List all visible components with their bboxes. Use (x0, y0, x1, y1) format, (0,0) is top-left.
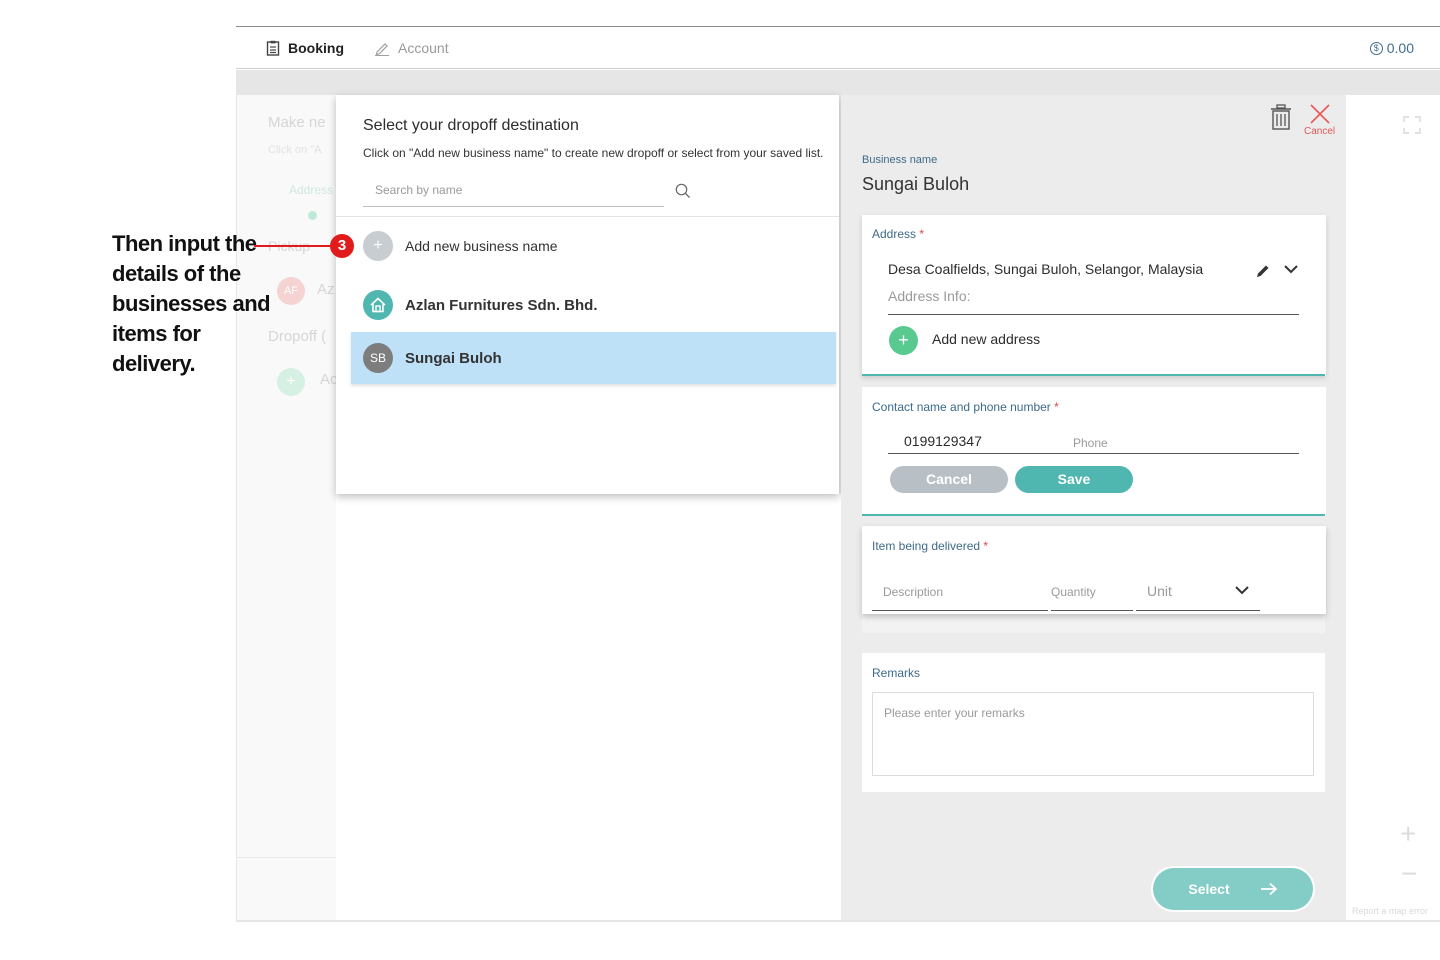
list-item-label: Azlan Furnitures Sdn. Bhd. (405, 296, 598, 314)
dollar-coin-icon: $ (1369, 41, 1383, 55)
bg-address-tab: Address (289, 183, 334, 197)
arrow-right-icon (1260, 882, 1277, 896)
address-value[interactable]: Desa Coalfields, Sungai Buloh, Selangor,… (888, 261, 1203, 277)
annotation-pointer (254, 245, 332, 247)
add-address-plus-icon[interactable]: + (889, 326, 918, 355)
chevron-down-icon[interactable] (1234, 584, 1250, 596)
list-item-selected[interactable]: SB Sungai Buloh (351, 332, 836, 384)
clipboard-icon (266, 40, 280, 56)
list-item-label: Sungai Buloh (405, 349, 502, 367)
add-new-address-label[interactable]: Add new address (932, 331, 1040, 347)
home-icon (363, 290, 393, 320)
background-panel (237, 95, 337, 920)
contact-label: Contact name and phone number * (872, 400, 1059, 414)
screen: Booking Account $ 0.00 Make ne Click on … (0, 0, 1440, 960)
close-icon[interactable] (1309, 104, 1331, 124)
trash-icon[interactable] (1270, 104, 1292, 130)
popup-title: Select your dropoff destination (363, 117, 579, 134)
remarks-label: Remarks (872, 666, 921, 680)
description-field[interactable]: Description (883, 585, 943, 599)
search-icon[interactable] (675, 183, 691, 199)
nav-account[interactable]: Account (374, 27, 449, 69)
bg-make-new: Make ne (268, 114, 326, 131)
plus-icon: + (363, 231, 393, 261)
remarks-textarea[interactable] (872, 692, 1314, 776)
section-divider (862, 514, 1325, 516)
address-label: Address * (872, 227, 925, 241)
report-map-error-link[interactable]: Report a map error (1352, 906, 1428, 916)
popup-divider (336, 216, 839, 217)
search-box (363, 179, 664, 207)
business-name-label: Business name (862, 154, 938, 166)
list-item[interactable]: Azlan Furnitures Sdn. Bhd. (351, 279, 836, 331)
chevron-down-icon[interactable] (1283, 263, 1299, 275)
item-card-shadow (862, 614, 1325, 633)
close-label[interactable]: Cancel (1304, 126, 1335, 137)
nav-booking[interactable]: Booking (266, 27, 344, 69)
balance-display: $ 0.00 (1369, 27, 1414, 69)
save-button[interactable]: Save (1015, 466, 1133, 493)
balance-value: 0.00 (1386, 40, 1414, 56)
pencil-icon (375, 43, 389, 56)
zoom-in-icon[interactable]: + (1400, 818, 1416, 850)
address-info-field[interactable]: Address Info: (888, 288, 971, 304)
unit-underline (1136, 610, 1260, 611)
avatar: SB (363, 343, 393, 373)
add-new-business-label: Add new business name (405, 238, 558, 254)
bg-step-dot (308, 211, 317, 220)
annotation-step-badge: 3 (330, 234, 354, 258)
nav-account-label: Account (398, 40, 449, 56)
edit-icon[interactable] (1255, 263, 1271, 279)
business-name-value: Sungai Buloh (862, 174, 970, 194)
contact-name-field[interactable]: 0199129347 (904, 433, 982, 449)
contact-underline (888, 453, 1299, 454)
quantity-underline (1051, 610, 1133, 611)
top-nav: Booking Account $ 0.00 (236, 27, 1440, 69)
select-button[interactable]: Select (1153, 868, 1313, 910)
item-label: Item being delivered * (872, 539, 989, 553)
description-underline (872, 610, 1048, 611)
nav-booking-label: Booking (288, 40, 344, 56)
add-new-business-button[interactable]: + Add new business name (351, 220, 836, 272)
unit-select[interactable]: Unit (1147, 583, 1172, 599)
bg-avatar-name: Az (317, 281, 335, 298)
cancel-button[interactable]: Cancel (890, 466, 1008, 493)
bg-divider (237, 857, 337, 858)
popup-subtitle: Click on "Add new business name" to crea… (363, 146, 824, 160)
address-underline (888, 314, 1299, 315)
phone-field[interactable]: Phone (1073, 436, 1108, 450)
dropoff-destination-popup: Select your dropoff destination Click on… (336, 95, 839, 494)
remarks-placeholder: Please enter your remarks (884, 706, 1025, 720)
search-input[interactable] (375, 183, 655, 197)
fullscreen-icon[interactable] (1403, 116, 1421, 134)
map-area (1346, 95, 1440, 920)
zoom-out-icon[interactable]: − (1401, 858, 1417, 890)
quantity-field[interactable]: Quantity (1051, 585, 1096, 599)
bg-click-on: Click on "A (268, 144, 322, 156)
select-label: Select (1188, 881, 1230, 897)
popup-lower-area (336, 494, 841, 920)
annotation-text: Then input the details of the businesses… (112, 231, 271, 376)
section-divider (862, 374, 1325, 376)
bg-add-label: Ac (320, 371, 338, 388)
